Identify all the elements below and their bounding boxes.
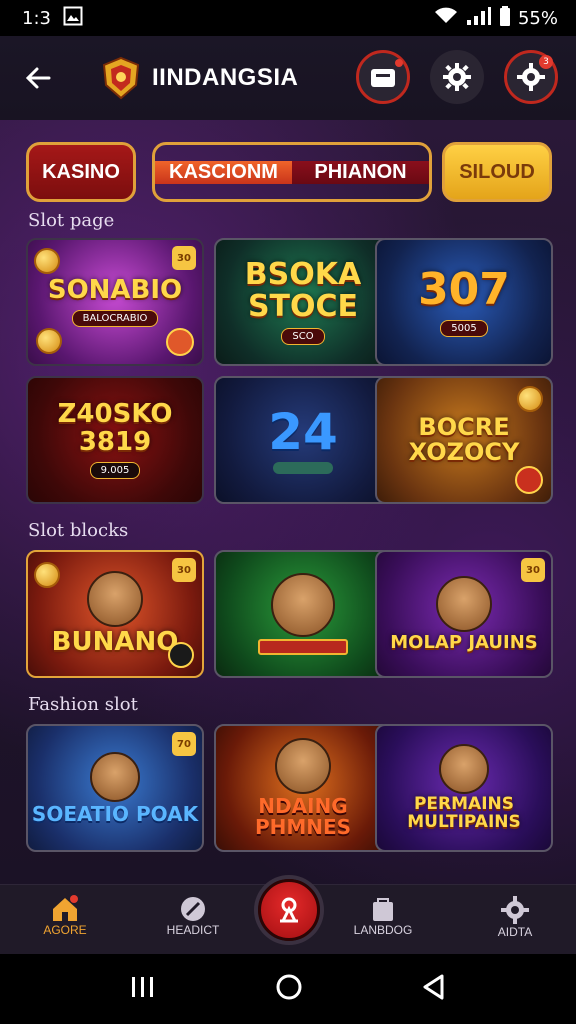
- game-grid-top: 30 SONABIO BALOCRABIO BSOKA STOCE SCO 30…: [26, 238, 553, 508]
- game-subtitle: 5005: [440, 319, 488, 337]
- game-subtitle: BALOCRABIO: [71, 310, 159, 328]
- dice-icon: [168, 642, 194, 668]
- notification-settings-button[interactable]: 3: [504, 50, 558, 104]
- game-subtitle: 9.005: [89, 461, 141, 479]
- nav-lanbdog-label: LANBDOG: [353, 923, 413, 937]
- game-title: SOEATIO POAK: [31, 801, 199, 826]
- game-title: NDAING PHMNES: [254, 794, 352, 839]
- game-title: PERMAINS MULTIPAINS: [407, 794, 521, 832]
- game-card[interactable]: [214, 550, 392, 678]
- card-tag: 30: [172, 558, 196, 582]
- game-title: BSOKA STOCE: [244, 257, 362, 324]
- game-grid-bottom: 70 SOEATIO POAK NDAING PHMNES PERMAINS M…: [26, 724, 553, 860]
- bag-icon: [373, 898, 393, 921]
- home-nav-button[interactable]: [274, 972, 304, 1006]
- game-card[interactable]: BSOKA STOCE SCO: [214, 238, 392, 366]
- shield-logo-icon: [98, 55, 144, 101]
- bottom-nav: AGORE HEADICT LANBDOG AIDTA: [0, 879, 576, 954]
- wallet-icon: [371, 69, 395, 87]
- tab-kascionm[interactable]: KASCIONM: [155, 160, 292, 184]
- section-title-slot-page: Slot page: [28, 210, 115, 231]
- fox-character-icon: [271, 573, 335, 637]
- card-tag: 30: [172, 246, 196, 270]
- rocket-icon: [181, 897, 205, 921]
- play-chip-icon: [515, 466, 543, 494]
- game-title: Z40SKO 3819: [57, 399, 173, 457]
- businessman-character-icon: [436, 575, 492, 632]
- cowboy-character-icon: [87, 571, 143, 628]
- game-title: 307: [418, 264, 510, 316]
- card-tag: 30: [521, 558, 545, 582]
- nav-lanbdog[interactable]: LANBDOG: [338, 895, 428, 937]
- section-title-fashion-slot: Fashion slot: [28, 694, 138, 715]
- game-grid-middle: 30 BUNANO 30 MOLAP JAUINS: [26, 550, 553, 684]
- recents-button[interactable]: [128, 974, 158, 1004]
- game-card[interactable]: NDAING PHMNES: [214, 724, 392, 852]
- nav-aidta[interactable]: AIDTA: [470, 895, 560, 939]
- game-title: 24: [268, 402, 338, 461]
- back-nav-button[interactable]: [420, 973, 448, 1005]
- status-time: 1:3: [22, 7, 51, 29]
- nav-center-play-button[interactable]: [258, 879, 320, 941]
- tab-siloud[interactable]: SILOUD: [442, 142, 552, 202]
- wizard-character-icon: [439, 744, 489, 795]
- tab-kasino[interactable]: KASINO: [26, 142, 136, 202]
- nav-home[interactable]: AGORE: [20, 895, 110, 937]
- back-button[interactable]: [18, 58, 58, 98]
- nav-home-label: AGORE: [43, 923, 87, 937]
- notification-badge: 3: [539, 55, 553, 69]
- game-card[interactable]: Z40SKO 3819 9.005: [26, 376, 204, 504]
- characters-icon: [90, 751, 140, 802]
- animal-character-icon: [275, 738, 331, 794]
- nav-aidta-label: AIDTA: [497, 925, 533, 939]
- app-header: IINDANGSIA 3: [0, 36, 576, 120]
- signal-icon: [466, 6, 492, 31]
- banner-ribbon: [258, 639, 348, 655]
- back-triangle-icon: [423, 974, 444, 1000]
- game-title: BUNANO: [51, 627, 179, 658]
- nav-feed-label: HEADICT: [166, 923, 220, 937]
- tab-group: KASCIONM PHIANON: [152, 142, 432, 202]
- status-bar: 1:3 55%: [0, 0, 576, 36]
- game-card[interactable]: PERMAINS MULTIPAINS: [375, 724, 553, 852]
- chip-icon: [280, 897, 298, 923]
- gear-icon: [443, 63, 471, 91]
- game-card[interactable]: 70 SOEATIO POAK: [26, 724, 204, 852]
- game-card[interactable]: 307 5005: [375, 238, 553, 366]
- play-chip-icon: [166, 328, 194, 356]
- game-title: SONABIO: [47, 274, 183, 305]
- settings-button[interactable]: [430, 50, 484, 104]
- wallet-button[interactable]: [356, 50, 410, 104]
- section-title-slot-blocks: Slot blocks: [28, 520, 129, 541]
- game-card[interactable]: 30 SONABIO BALOCRABIO: [26, 238, 204, 366]
- battery-text: 55%: [517, 7, 558, 29]
- progress-bar: [273, 462, 333, 475]
- recents-icon: [132, 977, 153, 997]
- brand: IINDANGSIA: [98, 55, 298, 101]
- battery-icon: [499, 5, 510, 31]
- nav-feed[interactable]: HEADICT: [148, 895, 238, 937]
- game-card[interactable]: 30 BUNANO: [26, 550, 204, 678]
- gear-icon: [501, 896, 529, 924]
- card-tag: 70: [172, 732, 196, 756]
- game-card[interactable]: 30 MOLAP JAUINS: [375, 550, 553, 678]
- brand-name: IINDANGSIA: [152, 64, 299, 91]
- home-circle-icon: [276, 974, 302, 1000]
- game-card[interactable]: 24: [214, 376, 392, 504]
- wifi-icon: [434, 7, 458, 30]
- gallery-icon: [63, 6, 83, 31]
- game-title: MOLAP JAUINS: [390, 631, 538, 653]
- main-content: KASINO KASCIONM PHIANON SILOUD Slot page…: [0, 120, 576, 884]
- category-tabs: KASINO KASCIONM PHIANON SILOUD: [26, 142, 552, 204]
- home-icon: [53, 895, 78, 921]
- tab-phianon[interactable]: PHIANON: [292, 160, 429, 184]
- system-nav-bar: [0, 954, 576, 1024]
- arrow-left-icon: [25, 67, 51, 89]
- game-subtitle: SCO: [281, 328, 325, 345]
- game-card[interactable]: BOCRE XOZOCY: [375, 376, 553, 504]
- game-title: BOCRE XOZOCY: [408, 412, 520, 466]
